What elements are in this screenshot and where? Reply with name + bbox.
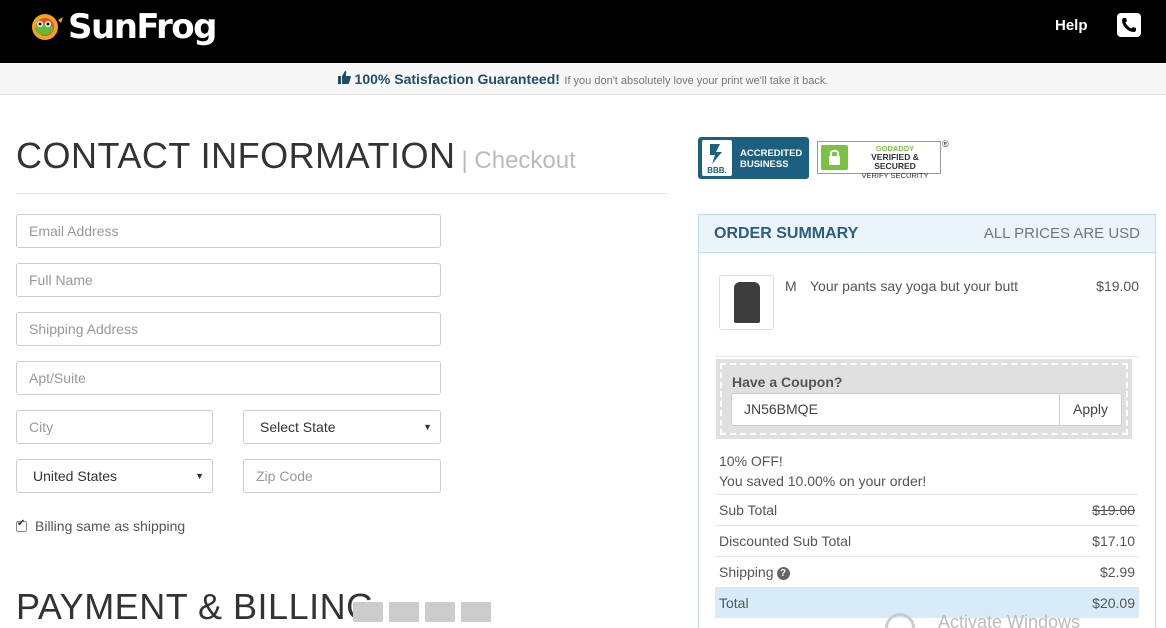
question-icon[interactable]: ? xyxy=(776,567,790,580)
item-name[interactable]: Your pants say yoga but your butt xyxy=(810,278,1018,294)
shipping-row: Shipping? $2.99 xyxy=(715,556,1139,587)
contact-title: CONTACT INFORMATION xyxy=(16,135,456,176)
subtotal-label: Sub Total xyxy=(719,502,778,518)
city-field[interactable]: City xyxy=(16,410,213,444)
thumbs-up-icon xyxy=(337,64,351,96)
billing-same-checkbox[interactable] xyxy=(16,518,27,532)
site-header: SunFrog Help xyxy=(0,0,1166,63)
currency-note: ALL PRICES ARE USD xyxy=(983,225,1140,242)
country-select[interactable]: United States ▼ xyxy=(16,459,213,493)
discount-title: 10% OFF! xyxy=(719,453,783,469)
visa-icon xyxy=(353,602,383,622)
bbb-badge[interactable]: BBB. ACCREDITED BUSINESS xyxy=(698,137,809,179)
godaddy-main: VERIFIED & SECURED xyxy=(871,152,919,171)
registered-mark: ® xyxy=(942,139,949,149)
item-divider xyxy=(715,356,1139,357)
discount-info: 10% OFF! You saved 10.00% on your order! xyxy=(719,451,926,491)
country-select-value: United States xyxy=(33,468,118,484)
subtotal-value: $19.00 xyxy=(1092,502,1135,518)
guarantee-subtext: If you don't absolutely love your print … xyxy=(564,75,829,87)
discount-note: You saved 10.00% on your order! xyxy=(719,473,927,489)
bbb-text: ACCREDITED BUSINESS xyxy=(740,148,803,170)
discover-icon xyxy=(425,602,455,622)
tshirt-icon xyxy=(734,282,760,323)
order-summary-title: ORDER SUMMARY xyxy=(714,225,859,242)
shipping-label-wrap: Shipping? xyxy=(719,564,790,580)
lock-icon xyxy=(821,145,848,170)
checkout-subtitle: | Checkout xyxy=(461,147,576,174)
shipping-address-field[interactable]: Shipping Address xyxy=(16,312,441,346)
order-summary-header: ORDER SUMMARY ALL PRICES ARE USD xyxy=(699,215,1155,253)
apt-suite-field[interactable]: Apt/Suite xyxy=(16,361,441,395)
svg-text:BBB.: BBB. xyxy=(707,166,727,175)
amex-icon xyxy=(461,602,491,622)
discounted-subtotal-label: Discounted Sub Total xyxy=(719,533,852,549)
satisfaction-banner: 100% Satisfaction Guaranteed! If you don… xyxy=(0,63,1166,95)
item-size: M xyxy=(785,278,797,294)
title-divider xyxy=(16,193,668,194)
phone-icon[interactable] xyxy=(1117,13,1141,37)
caret-down-icon: ▼ xyxy=(423,422,432,432)
sunfrog-logo[interactable]: SunFrog xyxy=(28,7,217,47)
mastercard-icon xyxy=(389,602,419,622)
state-select-value: Select State xyxy=(260,419,336,435)
full-name-field[interactable]: Full Name xyxy=(16,263,441,297)
bbb-logo: BBB. xyxy=(702,140,732,176)
shipping-label: Shipping xyxy=(719,564,774,580)
caret-down-icon: ▼ xyxy=(195,471,204,481)
shipping-value: $2.99 xyxy=(1099,564,1135,580)
state-select[interactable]: Select State ▼ xyxy=(243,410,441,444)
frog-icon xyxy=(28,12,64,42)
godaddy-bottom: VERIFY SECURITY xyxy=(861,171,929,180)
total-value: $20.09 xyxy=(1092,595,1135,611)
coupon-input[interactable]: JN56BMQE xyxy=(731,393,1060,426)
payment-title: PAYMENT & BILLING xyxy=(16,586,375,627)
activate-windows-watermark: Activate Windows xyxy=(938,612,1081,628)
billing-same-option[interactable]: Billing same as shipping xyxy=(16,518,185,534)
discounted-subtotal-row: Discounted Sub Total $17.10 xyxy=(715,525,1139,556)
total-label: Total xyxy=(719,595,749,611)
product-thumbnail[interactable] xyxy=(719,275,774,330)
coupon-label: Have a Coupon? xyxy=(732,374,843,390)
billing-same-label: Billing same as shipping xyxy=(35,518,186,534)
apply-coupon-button[interactable]: Apply xyxy=(1059,393,1122,426)
page-title: CONTACT INFORMATION | Checkout xyxy=(16,135,576,177)
help-link[interactable]: Help xyxy=(1055,17,1088,34)
subtotal-row: Sub Total $19.00 xyxy=(715,494,1139,525)
godaddy-seal[interactable]: GODADDY VERIFIED & SECURED VERIFY SECURI… xyxy=(817,141,941,180)
zip-code-field[interactable]: Zip Code xyxy=(243,459,441,493)
guarantee-headline: 100% Satisfaction Guaranteed! xyxy=(354,71,560,87)
email-field[interactable]: Email Address xyxy=(16,214,441,248)
discounted-subtotal-value: $17.10 xyxy=(1092,533,1135,549)
brand-name: SunFrog xyxy=(68,7,217,47)
item-price: $19.00 xyxy=(1096,278,1139,294)
